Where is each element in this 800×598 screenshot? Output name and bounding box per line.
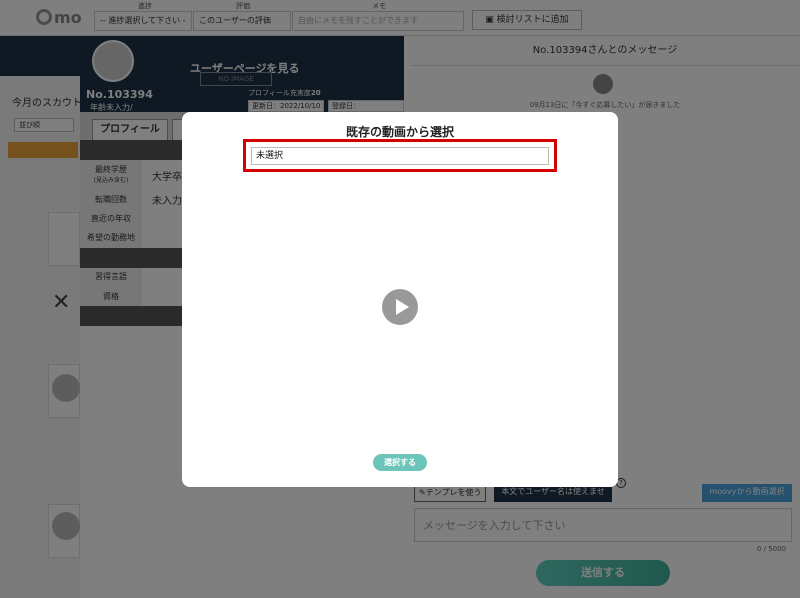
video-select-dropdown[interactable]: 未選択 <box>251 147 549 165</box>
choose-button[interactable]: 選択する <box>373 454 427 471</box>
close-icon[interactable]: ✕ <box>52 292 70 314</box>
play-button[interactable] <box>382 289 418 325</box>
video-select-modal: 既存の動画から選択 未選択 選択する <box>182 112 618 487</box>
modal-title: 既存の動画から選択 <box>345 125 454 139</box>
play-icon <box>396 299 409 315</box>
highlight-box: 未選択 <box>243 139 557 172</box>
